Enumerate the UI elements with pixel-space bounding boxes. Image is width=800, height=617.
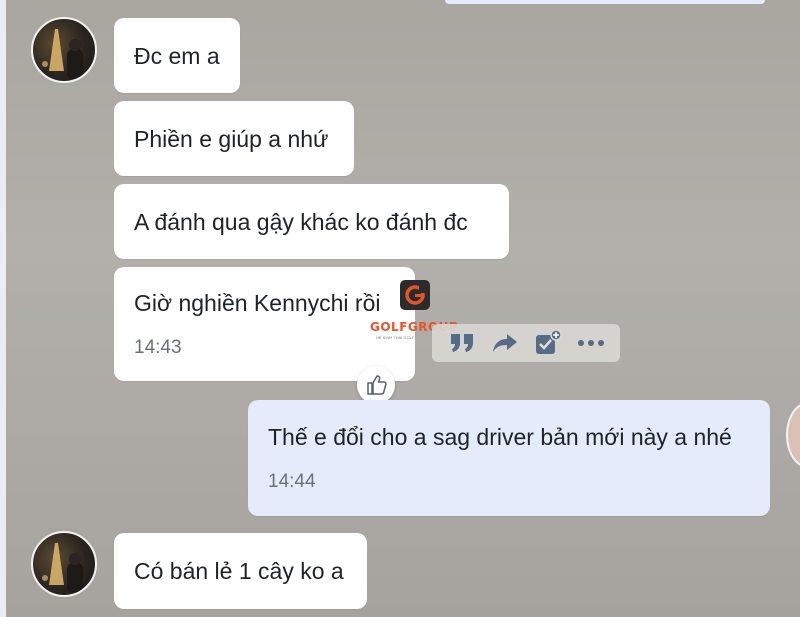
add-todo-icon (535, 329, 562, 354)
thumbs-up-icon (367, 375, 387, 395)
like-button[interactable] (357, 366, 395, 404)
more-button[interactable] (576, 328, 606, 358)
message-bubble[interactable]: Đc em a (114, 18, 240, 93)
eiffel-photo-icon (42, 543, 83, 593)
message-text: Phiền e giúp a nhứ (134, 125, 329, 152)
message-text: Thế e đổi cho a sag driver bản mới này a… (268, 424, 732, 450)
message-actions-toolbar (432, 324, 620, 362)
message-text: Đc em a (134, 42, 220, 69)
quote-button[interactable] (447, 328, 477, 358)
message-time: 14:43 (134, 337, 182, 358)
message-bubble[interactable]: Có bán lẻ 1 cây ko a (114, 533, 367, 609)
contact-avatar[interactable] (31, 17, 97, 83)
my-avatar[interactable] (786, 402, 800, 468)
quote-icon (450, 334, 473, 352)
message-bubble[interactable]: Phiền e giúp a nhứ (114, 101, 354, 176)
contact-avatar[interactable] (31, 531, 97, 597)
message-bubble[interactable]: A đánh qua gậy khác ko đánh đc (114, 184, 509, 259)
more-icon (577, 340, 604, 346)
previous-message-edge (445, 0, 765, 4)
message-text: Giờ nghiền Kennychi rồi (134, 290, 381, 316)
logo-mark (400, 280, 430, 310)
add-todo-button[interactable] (533, 328, 563, 358)
message-bubble-outgoing[interactable]: Thế e đổi cho a sag driver bản mới này a… (248, 400, 770, 516)
g-logo-icon (405, 285, 425, 305)
message-text: A đánh qua gậy khác ko đánh đc (134, 208, 468, 235)
share-icon (492, 334, 517, 352)
share-button[interactable] (490, 328, 520, 358)
chat-list-edge (0, 0, 6, 617)
logo-tagline: HỆ SINH THÁI GOLF (376, 335, 415, 340)
eiffel-photo-icon (42, 29, 83, 79)
message-time: 14:44 (268, 471, 316, 492)
message-text: Có bán lẻ 1 cây ko a (134, 558, 344, 584)
